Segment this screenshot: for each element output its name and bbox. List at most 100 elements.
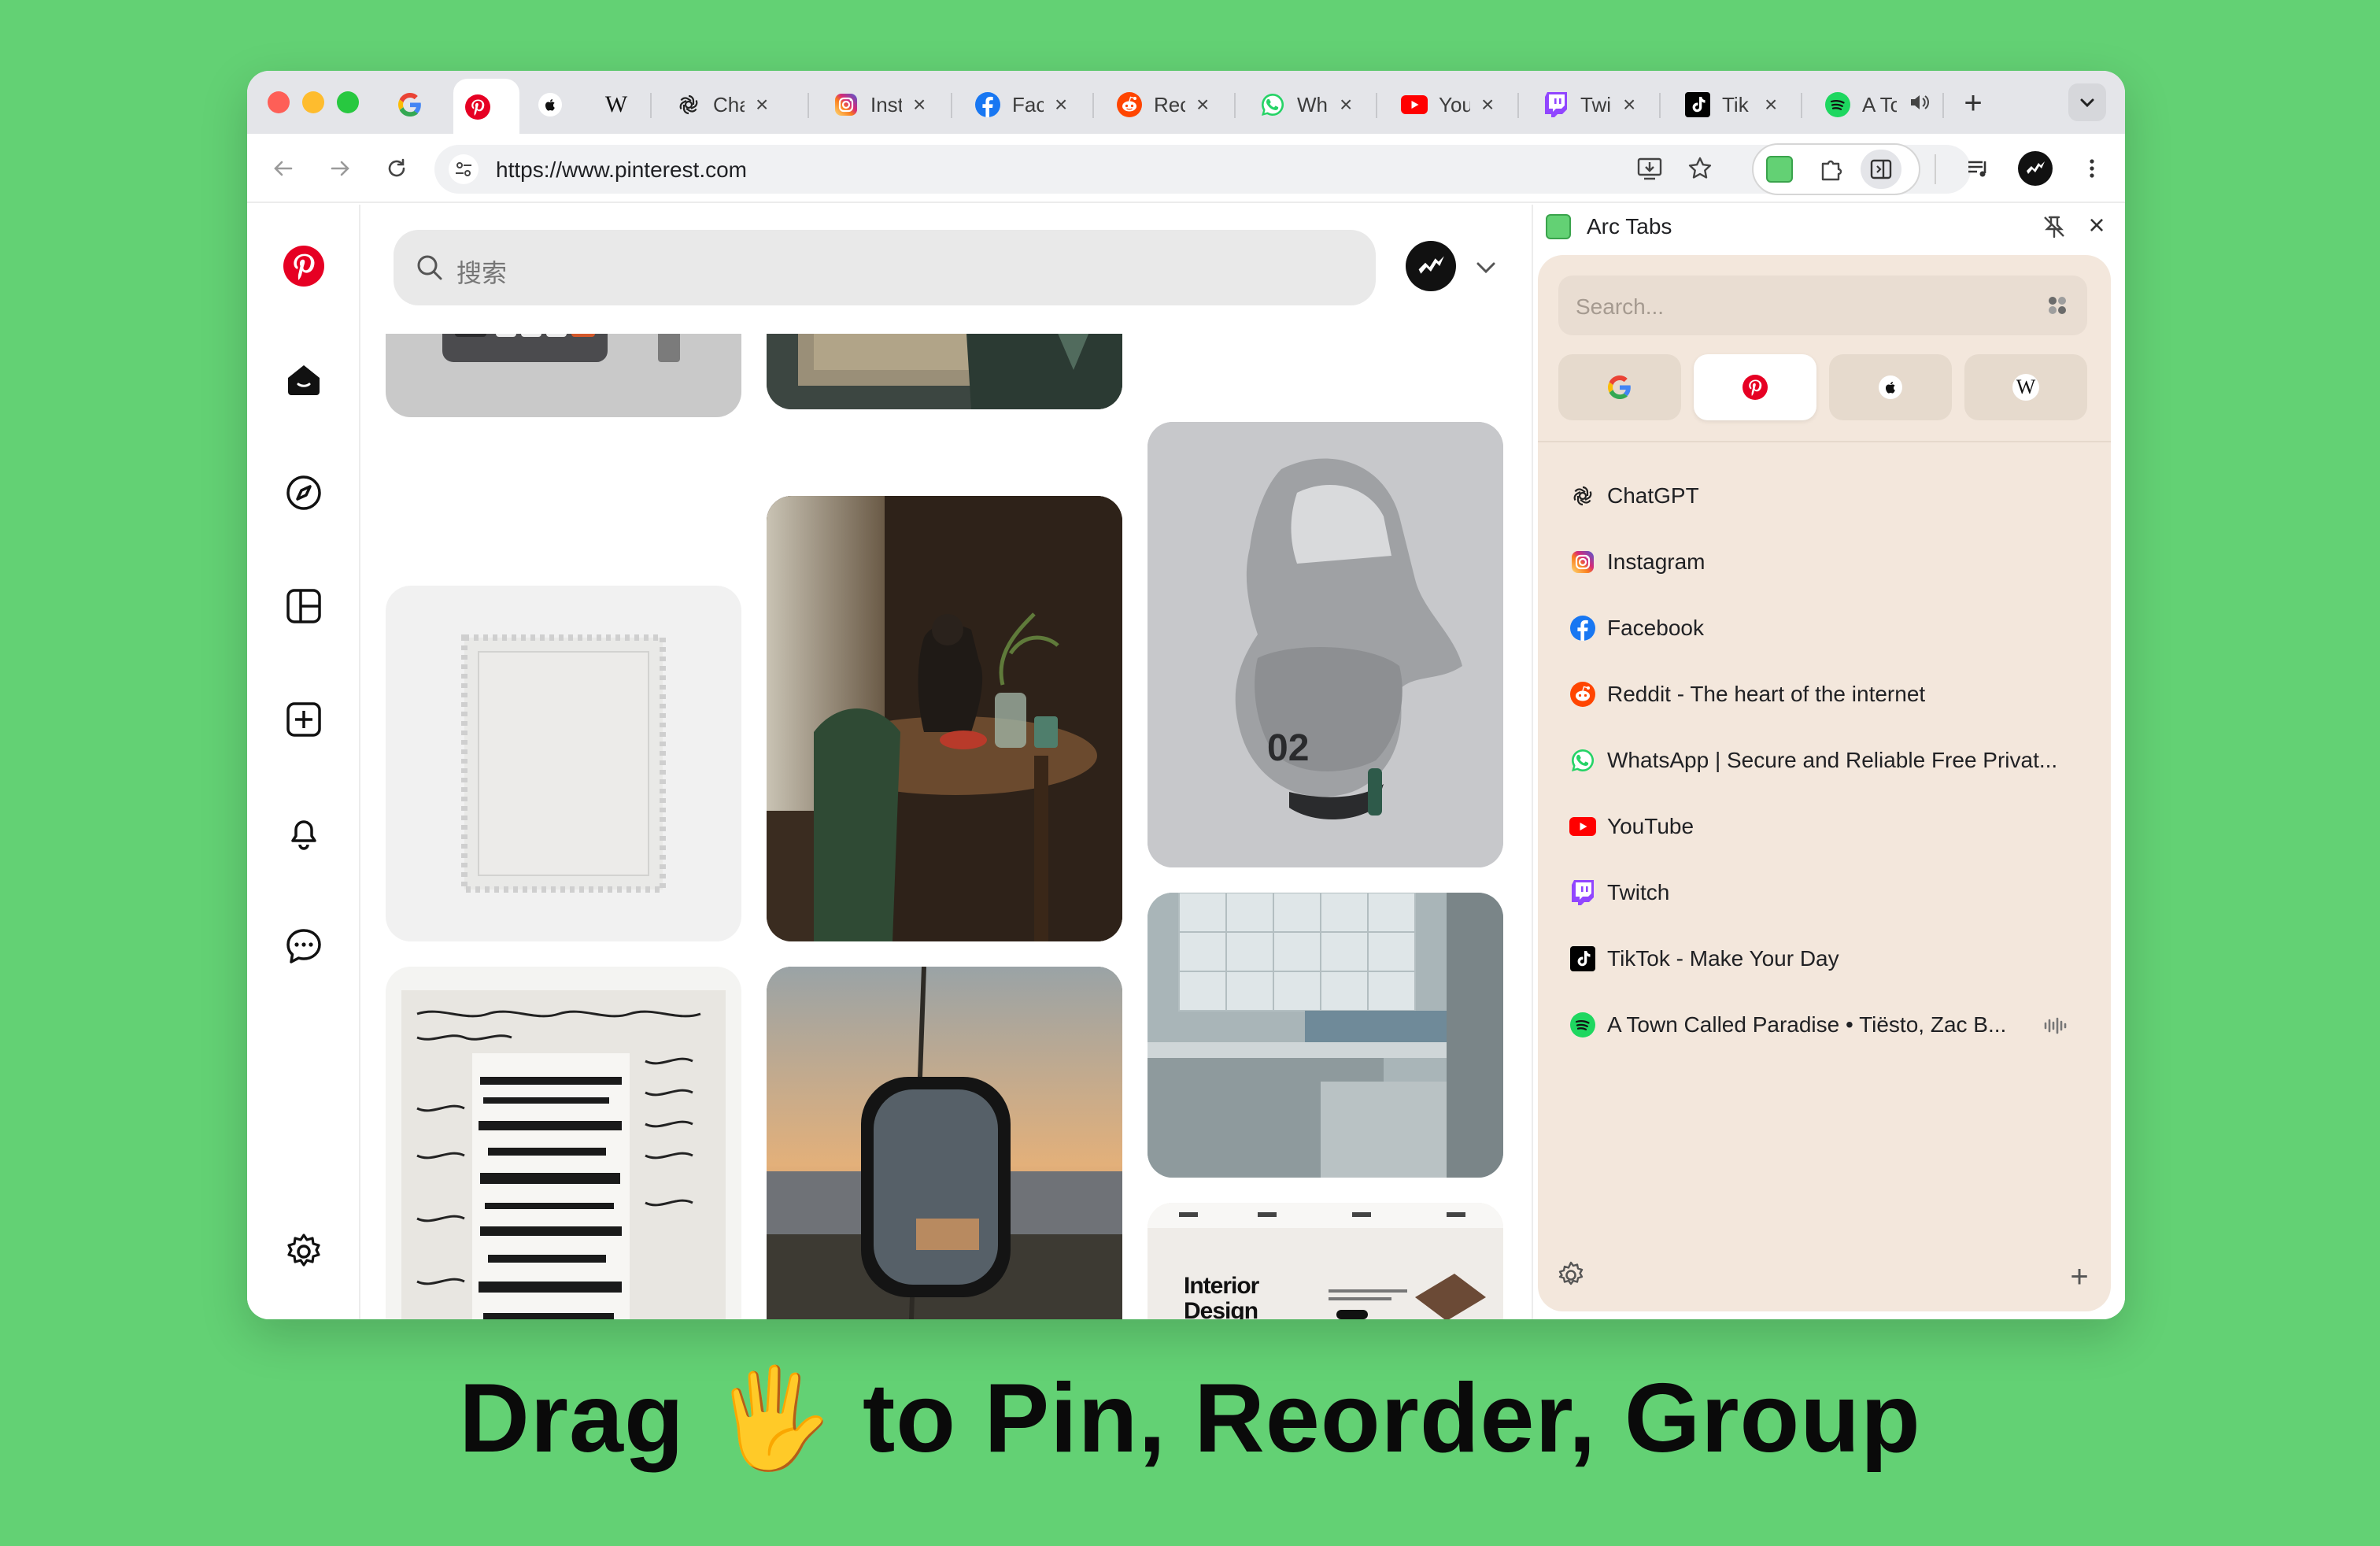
tab-wikipedia[interactable]: W — [592, 80, 641, 129]
tab-row-chatgpt[interactable]: ChatGPT — [1569, 472, 2089, 520]
address-bar[interactable]: https://www.pinterest.com — [434, 145, 1971, 194]
tab-row-tiktok[interactable]: TikTok - Make Your Day — [1569, 935, 2089, 982]
tiktok-icon — [1684, 91, 1711, 118]
pin-manuscript[interactable] — [386, 967, 741, 1319]
settings-gear-icon[interactable] — [280, 1228, 327, 1275]
tab-title: Tik — [1722, 92, 1749, 117]
panel-search-input[interactable]: Search... — [1558, 276, 2087, 335]
tab-row-label: Facebook — [1607, 616, 1704, 640]
arc-tabs-panel: Search... W ChatGPT Instagram Facebook R… — [1538, 255, 2111, 1311]
unpin-icon[interactable] — [2040, 213, 2068, 241]
tab-row-label: Instagram — [1607, 549, 1706, 574]
close-icon[interactable]: × — [1340, 92, 1352, 117]
profile-avatar[interactable] — [2016, 150, 2054, 187]
close-icon[interactable]: × — [1765, 92, 1777, 117]
tab-row-twitch[interactable]: Twitch — [1569, 869, 2089, 916]
tab-tiktok[interactable]: Tik × — [1673, 80, 1788, 129]
google-icon — [1608, 375, 1631, 399]
browser-menu-button[interactable] — [2073, 150, 2111, 187]
tab-pinterest[interactable] — [453, 79, 519, 135]
create-plus-icon[interactable] — [280, 696, 327, 743]
reload-button[interactable] — [378, 150, 416, 187]
notifications-bell-icon[interactable] — [280, 809, 327, 856]
tab-whatsapp[interactable]: Wh × — [1248, 80, 1363, 129]
url-text: https://www.pinterest.com — [496, 157, 748, 182]
search-placeholder: 搜索 — [456, 259, 508, 287]
tab-chatgpt[interactable]: Cha × — [664, 80, 779, 129]
tab-title: Fac — [1012, 92, 1044, 117]
close-panel-button[interactable]: × — [2081, 208, 2112, 242]
tab-facebook[interactable]: Fac × — [963, 80, 1078, 129]
pinterest-search-input[interactable]: 搜索 — [394, 230, 1376, 305]
forward-button[interactable] — [321, 150, 359, 187]
tab-youtube[interactable]: You × — [1390, 80, 1505, 129]
close-icon[interactable]: × — [1623, 92, 1635, 117]
bookmark-button[interactable] — [1681, 150, 1719, 187]
side-panel-button[interactable] — [1861, 150, 1901, 189]
pinned-tab-google[interactable] — [1558, 354, 1681, 420]
tab-row-label: TikTok - Make Your Day — [1607, 946, 1839, 971]
close-icon[interactable]: × — [1196, 92, 1209, 117]
grid-dots-icon[interactable] — [2045, 293, 2070, 318]
puzzle-icon[interactable] — [1816, 154, 1846, 188]
tab-spotify[interactable]: A To — [1813, 80, 1941, 129]
media-controls-button[interactable] — [1960, 150, 1998, 187]
speaker-icon[interactable] — [1908, 91, 1930, 119]
whatsapp-icon — [1259, 91, 1286, 118]
boards-icon[interactable] — [280, 583, 327, 630]
close-icon[interactable]: × — [756, 92, 768, 117]
arrow-left-icon — [274, 161, 293, 176]
pinned-tab-pinterest[interactable] — [1694, 354, 1816, 420]
pin-interior-title: Interior Design — [1184, 1273, 1259, 1320]
close-icon[interactable]: × — [1481, 92, 1494, 117]
audio-playing-icon[interactable] — [2042, 1012, 2068, 1039]
tab-row-facebook[interactable]: Facebook — [1569, 605, 2089, 652]
minimize-window-button[interactable] — [302, 91, 324, 113]
user-avatar[interactable] — [1406, 241, 1456, 291]
close-window-button[interactable] — [268, 91, 290, 113]
pin-interior-design[interactable]: Interior Design — [1148, 1203, 1503, 1319]
zoom-window-button[interactable] — [337, 91, 359, 113]
instagram-icon — [1569, 549, 1596, 575]
explore-compass-icon[interactable] — [280, 469, 327, 516]
close-icon[interactable]: × — [913, 92, 926, 117]
new-tab-button[interactable]: + — [1955, 85, 1991, 121]
facebook-icon — [974, 91, 1001, 118]
side-panel-icon — [1870, 159, 1892, 179]
pinterest-header: 搜索 — [362, 205, 1532, 334]
chevron-down-icon[interactable] — [1472, 253, 1500, 282]
add-tab-button[interactable]: + — [2064, 1259, 2095, 1294]
tab-instagram[interactable]: Inst × — [822, 80, 937, 129]
pinterest-icon — [1743, 375, 1768, 400]
pinned-tab-wikipedia[interactable]: W — [1964, 354, 2087, 420]
search-icon — [417, 255, 442, 280]
tab-row-whatsapp[interactable]: WhatsApp | Secure and Reliable Free Priv… — [1569, 737, 2089, 784]
tab-title: Rec — [1154, 92, 1185, 117]
site-settings-icon[interactable] — [449, 154, 479, 184]
settings-gear-icon[interactable] — [1555, 1259, 1587, 1291]
pin-stamp[interactable] — [386, 586, 741, 941]
arc-tabs-extension-icon[interactable] — [1766, 156, 1793, 183]
pinned-tab-apple[interactable] — [1829, 354, 1952, 420]
pin-kitchen[interactable] — [1148, 893, 1503, 1178]
tab-row-spotify[interactable]: A Town Called Paradise • Tiësto, Zac B..… — [1569, 1001, 2089, 1049]
pin-cat-table[interactable] — [767, 496, 1122, 941]
messages-icon[interactable] — [280, 923, 327, 970]
home-icon[interactable] — [280, 356, 327, 403]
tab-reddit[interactable]: Rec × — [1105, 80, 1220, 129]
tab-google[interactable] — [386, 80, 434, 129]
tab-row-youtube[interactable]: YouTube — [1569, 803, 2089, 850]
tab-row-instagram[interactable]: Instagram — [1569, 538, 2089, 586]
close-icon[interactable]: × — [1055, 92, 1067, 117]
tab-row-reddit[interactable]: Reddit - The heart of the internet — [1569, 671, 2089, 718]
pin-helmet[interactable]: 02 — [1148, 422, 1503, 867]
pin-sunset-mirror[interactable] — [767, 967, 1122, 1319]
more-vert-icon — [2090, 159, 2094, 178]
install-app-button[interactable] — [1631, 150, 1669, 187]
tab-twitch[interactable]: Twi × — [1532, 80, 1646, 129]
tab-row-label: A Town Called Paradise • Tiësto, Zac B..… — [1607, 1012, 2007, 1037]
tab-apple[interactable] — [526, 80, 575, 129]
tab-search-button[interactable] — [2068, 83, 2106, 121]
pinterest-logo-icon[interactable] — [280, 242, 327, 290]
back-button[interactable] — [264, 150, 302, 187]
